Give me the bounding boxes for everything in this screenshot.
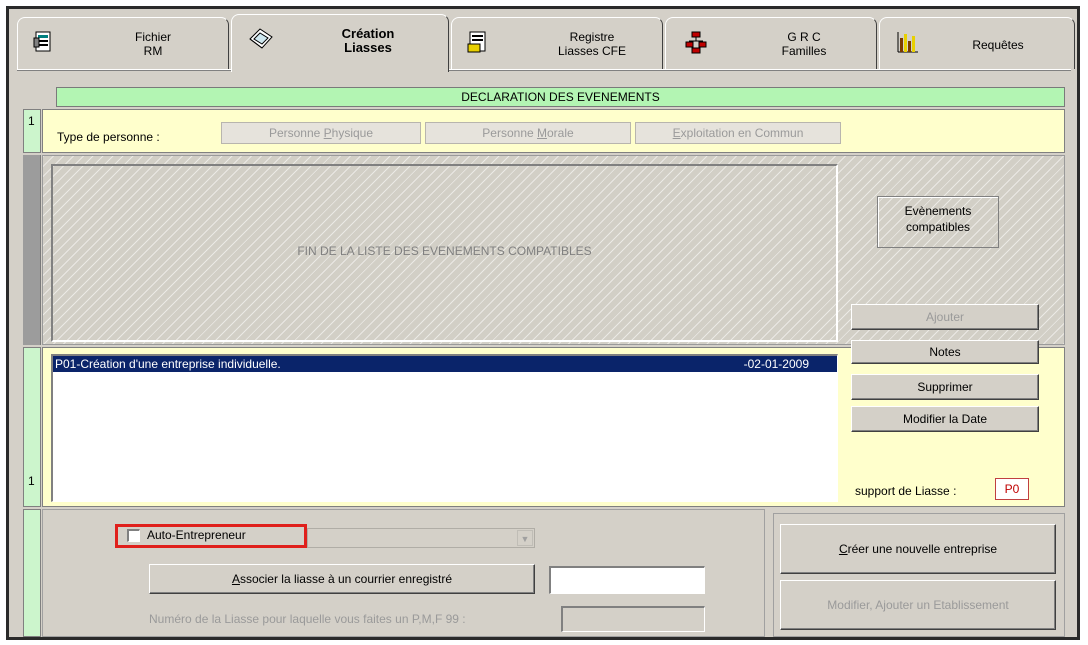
org-chart-icon — [684, 30, 708, 54]
person-type-label: Type de personne : — [57, 130, 160, 144]
tab-strip-baseline — [17, 69, 1071, 71]
compatible-events-list[interactable]: FIN DE LA LISTE DES EVENEMENTS COMPATIBL… — [51, 164, 838, 342]
bottom-number-column — [23, 509, 41, 637]
tab-label-line1: Création — [341, 26, 395, 41]
support-label: support de Liasse : — [855, 484, 957, 498]
tab-label-line2: RM — [143, 44, 163, 58]
exploitation-commun-button[interactable]: Exploitation en Commun — [635, 122, 841, 144]
tab-label-line1: Fichier — [134, 30, 171, 44]
notes-button[interactable]: Notes — [851, 340, 1039, 364]
bar-chart-icon — [896, 30, 920, 54]
modify-establishment-button[interactable]: Modifier, Ajouter un Etablissement — [780, 580, 1056, 630]
tab-label-line2: Familles — [781, 44, 827, 58]
event-label: P01-Création d'une entreprise individuel… — [55, 357, 281, 371]
create-enterprise-button[interactable]: Créer une nouvelle entreprise — [780, 524, 1056, 574]
tab-registre-liasses-cfe[interactable]: Registre Liasses CFE — [451, 17, 663, 69]
person-type-panel: Type de personne : Personne Physique Per… — [42, 109, 1065, 153]
folder-open-icon — [248, 27, 273, 51]
auto-entrepreneur-checkbox[interactable] — [127, 529, 140, 542]
compatible-events-label: Evènements compatibles — [877, 196, 999, 248]
tab-label-line1: Requêtes — [972, 38, 1024, 52]
event-date: -02-01-2009 — [743, 357, 809, 371]
events-panel: Notes P01-Création d'une entreprise indi… — [42, 340, 1065, 507]
tab-label-line1: G R C — [787, 30, 821, 44]
tab-label-line2: Liasses — [344, 40, 392, 55]
courrier-input[interactable] — [549, 566, 705, 594]
event-list-item[interactable]: P01-Création d'une entreprise individuel… — [53, 356, 837, 372]
liasse-number-label: Numéro de la Liasse pour laquelle vous f… — [149, 612, 466, 626]
bottom-right-panel: Créer une nouvelle entreprise Modifier, … — [773, 513, 1065, 637]
delete-button[interactable]: Supprimer — [851, 374, 1039, 400]
tab-label-line2: Liasses CFE — [557, 44, 627, 58]
tab-label-line1: Registre — [569, 30, 615, 44]
personne-physique-button[interactable]: Personne Physique — [221, 122, 421, 144]
events-list[interactable]: P01-Création d'une entreprise individuel… — [51, 354, 838, 502]
form-icon — [32, 30, 56, 54]
tab-fichier-rm[interactable]: Fichier RM — [17, 17, 229, 69]
tab-grc-familles[interactable]: G R C Familles — [665, 17, 877, 69]
auto-entrepreneur-dropdown[interactable]: ▼ — [307, 528, 535, 548]
row-number-column: 1 — [23, 109, 41, 153]
compatible-number-column — [23, 155, 41, 345]
application-window: Fichier RM Création Liasses Registre Lia… — [6, 6, 1080, 640]
chevron-down-icon[interactable]: ▼ — [517, 530, 533, 546]
liasse-number-input[interactable] — [561, 606, 705, 632]
bottom-left-panel: Auto-Entrepreneur ▼ Associer la liasse à… — [42, 509, 765, 637]
events-number-column: 1 — [23, 347, 41, 507]
modify-date-button[interactable]: Modifier la Date — [851, 406, 1039, 432]
row-number: 1 — [28, 114, 35, 128]
tab-requetes[interactable]: Requêtes — [879, 17, 1075, 69]
section-header: DECLARATION DES EVENEMENTS — [56, 87, 1065, 107]
associate-courrier-button[interactable]: Associer la liasse à un courrier enregis… — [149, 564, 535, 594]
events-row-number: 1 — [28, 474, 35, 488]
add-button[interactable]: Ajouter — [851, 304, 1039, 330]
end-of-list-message: FIN DE LA LISTE DES EVENEMENTS COMPATIBL… — [297, 244, 592, 258]
support-value: P0 — [995, 478, 1029, 500]
auto-entrepreneur-label[interactable]: Auto-Entrepreneur — [147, 528, 246, 542]
tab-creation-liasses[interactable]: Création Liasses — [231, 14, 449, 72]
registry-icon — [466, 30, 490, 54]
compatible-events-panel: FIN DE LA LISTE DES EVENEMENTS COMPATIBL… — [42, 155, 1065, 345]
personne-morale-button[interactable]: Personne Morale — [425, 122, 631, 144]
